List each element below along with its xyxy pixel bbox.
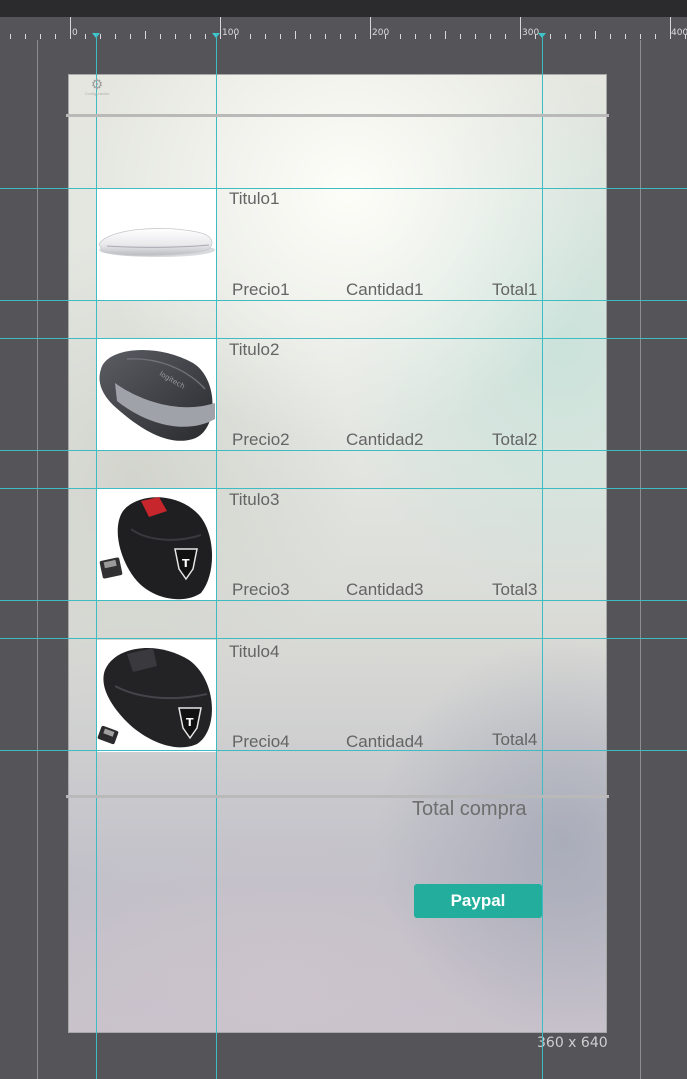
ruler-tick [385,34,386,39]
black-mouse-icon: T [97,647,212,748]
product-total: Total4 [492,730,538,749]
product-price: Precio3 [232,580,290,599]
ruler-tick [70,17,71,39]
ruler-tick [445,31,446,39]
ruler-tick [565,34,566,39]
horizontal-guide[interactable] [0,188,687,189]
ruler-tick [340,34,341,39]
product-image-logitech-mouse: logitech [97,339,216,451]
horizontal-guide[interactable] [0,488,687,489]
ruler-tick [250,34,251,39]
ruler-tick [355,34,356,39]
workspace-margin-line [640,40,641,1079]
ruler-tick [370,17,371,39]
product-image-wireless-mouse-black: T [97,640,216,752]
ruler-tick [670,17,671,39]
svg-text:T: T [186,716,194,729]
total-compra-label: Total compra [412,798,527,820]
ruler-tick [430,34,431,39]
ruler-tick [175,34,176,39]
ruler-tick [580,34,581,39]
ruler-tick [205,34,206,39]
ruler-tick [415,34,416,39]
ruler-tick [160,34,161,39]
horizontal-guide[interactable] [0,600,687,601]
product-quantity: Cantidad2 [346,430,424,449]
ruler-tick [325,34,326,39]
footer-divider [66,795,609,798]
ruler-tick [235,34,236,39]
ruler-tick [655,34,656,39]
ruler-tick [610,34,611,39]
grey-mouse-icon: logitech [99,350,215,441]
product-image-wireless-mouse-red: T [97,489,216,601]
product-quantity: Cantidad1 [346,280,424,299]
product-title: Titulo3 [229,490,280,509]
horizontal-guide[interactable] [0,338,687,339]
product-total: Total2 [492,430,538,449]
ruler-tick [55,34,56,39]
ruler-tick [145,31,146,39]
horizontal-guide[interactable] [0,638,687,639]
horizontal-guide[interactable] [0,450,687,451]
ruler-tick [640,34,641,39]
paypal-button[interactable]: Paypal [414,884,542,918]
artboard-size-label: 360 x 640 [537,1035,608,1051]
black-red-mouse-icon: T [99,497,213,600]
product-total: Total1 [492,280,538,299]
ruler-tick [490,34,491,39]
ruler-tick [190,34,191,39]
ruler-tick [280,34,281,39]
ruler-tick [400,34,401,39]
white-mouse-icon [98,228,215,257]
product-title: Titulo2 [229,340,280,359]
svg-text:T: T [182,557,190,570]
ruler-tick [595,31,596,39]
horizontal-ruler[interactable]: 0 100 200 300 400 [0,17,687,41]
ruler-tick [685,34,686,39]
ruler-tick [310,34,311,39]
ruler-tick [265,34,266,39]
product-price: Precio1 [232,280,290,299]
product-image-magic-mouse [97,188,216,300]
ruler-tick [40,34,41,39]
product-price: Precio4 [232,732,290,751]
ruler-tick [625,34,626,39]
ruler-tick [295,31,296,39]
ruler-tick [85,34,86,39]
ruler-label-100: 100 [222,28,240,38]
horizontal-guide[interactable] [0,750,687,751]
header-divider [66,114,609,117]
ruler-label-300: 300 [522,28,540,38]
ruler-tick [475,34,476,39]
product-title: Titulo4 [229,642,280,661]
horizontal-guide[interactable] [0,300,687,301]
product-quantity: Cantidad3 [346,580,424,599]
ruler-label-0: 0 [72,28,78,38]
product-price: Precio2 [232,430,290,449]
product-total: Total3 [492,580,538,599]
ruler-tick [130,34,131,39]
editor-top-bar [0,0,687,17]
ruler-tick [460,34,461,39]
ruler-tick [100,34,101,39]
ruler-tick [115,34,116,39]
ruler-tick [550,34,551,39]
ruler-tick [520,17,521,39]
ruler-tick [25,34,26,39]
vertical-guide[interactable] [96,33,97,1079]
workspace-margin-line [37,40,38,1079]
product-title: Titulo1 [229,189,280,208]
ruler-tick [505,34,506,39]
ruler-tick [535,34,536,39]
settings-gear-icon[interactable]: ⚙ Configuración [82,77,112,99]
ruler-label-200: 200 [372,28,390,38]
settings-caption: Configuración [84,91,110,96]
ruler-tick [10,34,11,39]
vertical-guide[interactable] [216,33,217,1079]
product-quantity: Cantidad4 [346,732,424,751]
vertical-guide[interactable] [542,33,543,1079]
ruler-tick [220,17,221,39]
